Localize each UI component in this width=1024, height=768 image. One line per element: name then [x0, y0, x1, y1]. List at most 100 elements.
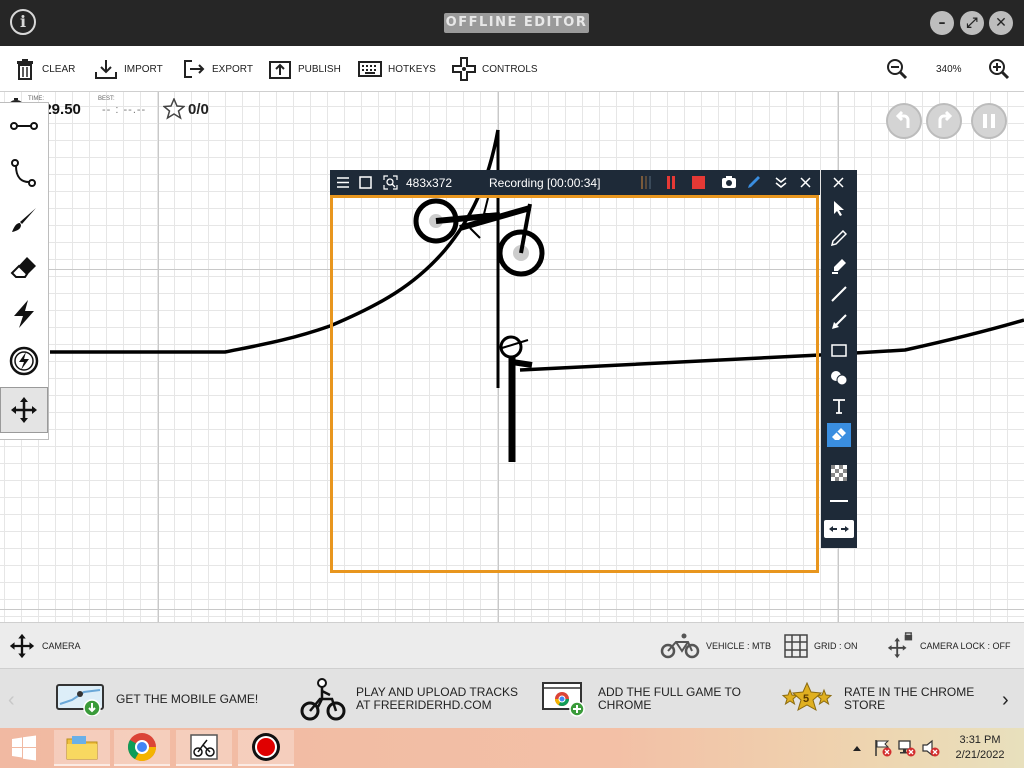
zoom-level: 340% — [936, 64, 962, 75]
dpad-icon — [452, 57, 476, 81]
network-icon[interactable] — [898, 739, 916, 757]
action-center-flag-icon[interactable] — [874, 739, 892, 757]
grid-toggle[interactable]: GRID : ON — [784, 623, 858, 669]
marker-icon — [832, 259, 846, 274]
eraser-annotation-icon — [832, 428, 846, 440]
redo-button[interactable] — [926, 103, 962, 139]
pencil-icon — [831, 230, 847, 246]
pause-recording-icon[interactable] — [665, 176, 677, 189]
pencil-tool[interactable] — [827, 226, 851, 250]
taskbar-freerider[interactable] — [176, 730, 232, 766]
vehicle-selector[interactable]: VEHICLE : MTB — [660, 623, 771, 669]
boost-icon — [14, 300, 34, 328]
eraser-annotation-tool[interactable] — [827, 423, 851, 447]
clear-button[interactable]: CLEAR — [14, 46, 75, 92]
tool-palette — [0, 102, 49, 440]
export-button[interactable]: EXPORT — [182, 46, 253, 92]
promo-mobile-game[interactable]: GET THE MOBILE GAME! — [56, 669, 258, 729]
line-tool[interactable] — [827, 282, 851, 306]
pen-icon[interactable] — [746, 175, 761, 190]
taskbar-chrome[interactable] — [114, 730, 170, 766]
region-icon[interactable] — [359, 176, 372, 189]
rectangle-tool[interactable] — [827, 338, 851, 362]
title-bar: i OFFLINE EDITOR – ⤢ ✕ — [0, 0, 1024, 46]
import-button[interactable]: IMPORT — [94, 46, 163, 92]
tray-expand-icon[interactable] — [852, 744, 862, 752]
system-clock[interactable]: 3:31 PM 2/21/2022 — [950, 733, 1010, 763]
undo-button[interactable] — [886, 103, 922, 139]
promo-freeriderhd[interactable]: PLAY AND UPLOAD TRACKS AT FREERIDERHD.COM — [300, 669, 518, 729]
clear-label: CLEAR — [42, 63, 76, 75]
zoom-out-icon[interactable] — [886, 58, 908, 80]
app-title: OFFLINE EDITOR — [444, 13, 589, 33]
grid-icon — [784, 634, 808, 658]
promo-mobile-line1: GET THE MOBILE GAME! — [116, 691, 259, 706]
stop-recording-icon[interactable] — [692, 176, 705, 189]
grid-label: GRID : ON — [814, 641, 858, 651]
straight-line-tool[interactable] — [0, 103, 48, 149]
taskbar-file-explorer[interactable] — [54, 730, 110, 766]
annotation-panel — [821, 170, 857, 548]
promo-chrome-game[interactable]: ADD THE FULL GAME TO CHROME — [542, 669, 741, 729]
zoom-in-icon[interactable] — [988, 58, 1010, 80]
best-value: -- : --.-- — [102, 104, 147, 116]
panel-resize-handle[interactable] — [824, 520, 854, 538]
recording-size: 483x372 — [406, 176, 453, 190]
stroke-width-tool[interactable] — [827, 489, 851, 513]
gravity-tool[interactable] — [0, 338, 48, 384]
rating-number: 5 — [803, 693, 810, 705]
controls-button[interactable]: CONTROLS — [452, 46, 538, 92]
publish-button[interactable]: PUBLISH — [268, 46, 341, 92]
collapse-icon[interactable] — [775, 177, 787, 188]
arrow-tool[interactable] — [827, 310, 851, 334]
clock-time: 3:31 PM — [959, 734, 1001, 746]
marker-tool[interactable] — [827, 254, 851, 278]
numbering-icon — [831, 371, 848, 386]
move-camera-icon — [9, 633, 35, 659]
start-button[interactable] — [0, 730, 48, 766]
best-label: BEST: — [98, 96, 115, 102]
mosaic-tool[interactable] — [827, 461, 851, 485]
curve-tool[interactable] — [0, 150, 48, 196]
promo-rate-chrome-store[interactable]: 5 RATE IN THE CHROME STORE — [780, 669, 974, 729]
star-icon — [163, 98, 185, 120]
brush-tool[interactable] — [0, 197, 48, 243]
import-label: IMPORT — [124, 63, 163, 75]
audio-level-icon — [641, 176, 651, 189]
camera-label: CAMERA — [42, 641, 81, 651]
camera-lock-toggle[interactable]: CAMERA LOCK : OFF — [886, 623, 1011, 669]
gravity-icon — [9, 346, 39, 376]
maximize-button[interactable]: ⤢ — [960, 11, 984, 35]
text-tool[interactable] — [827, 394, 851, 418]
controls-label: CONTROLS — [482, 63, 538, 75]
eraser-tool[interactable] — [0, 244, 48, 290]
move-icon — [11, 397, 37, 423]
publish-label: PUBLISH — [298, 63, 341, 75]
promo-prev-icon[interactable]: ‹ — [8, 689, 15, 712]
taskbar-recorder[interactable] — [238, 730, 294, 766]
info-button[interactable]: i — [10, 9, 36, 35]
trash-icon — [17, 59, 33, 80]
camera-mode[interactable]: CAMERA — [8, 623, 81, 669]
hotkeys-button[interactable]: HOTKEYS — [358, 46, 436, 92]
pause-icon — [983, 114, 995, 128]
recording-area-frame — [330, 195, 819, 573]
select-tool[interactable] — [827, 196, 851, 220]
editor-toolbar: CLEAR IMPORT EXPORT PUBLISH HOTKEYS CONT… — [0, 46, 1024, 92]
numbering-tool[interactable] — [827, 366, 851, 390]
pause-button[interactable] — [971, 103, 1007, 139]
line-icon — [831, 286, 847, 302]
close-button[interactable]: ✕ — [989, 11, 1013, 35]
camera-icon[interactable] — [721, 175, 737, 189]
menu-icon[interactable] — [337, 177, 349, 188]
zoom-region-icon[interactable] — [383, 175, 398, 190]
move-tool[interactable] — [0, 387, 48, 433]
promo-freerider-line2: AT FREERIDERHD.COM — [356, 698, 492, 712]
mobile-game-icon — [56, 684, 104, 716]
promo-next-icon[interactable]: › — [1002, 689, 1009, 712]
close-panel-icon[interactable] — [833, 177, 844, 188]
minimize-button[interactable]: – — [930, 11, 954, 35]
close-recorder-icon[interactable] — [800, 177, 811, 188]
volume-muted-icon[interactable] — [922, 739, 940, 757]
boost-tool[interactable] — [0, 291, 48, 337]
